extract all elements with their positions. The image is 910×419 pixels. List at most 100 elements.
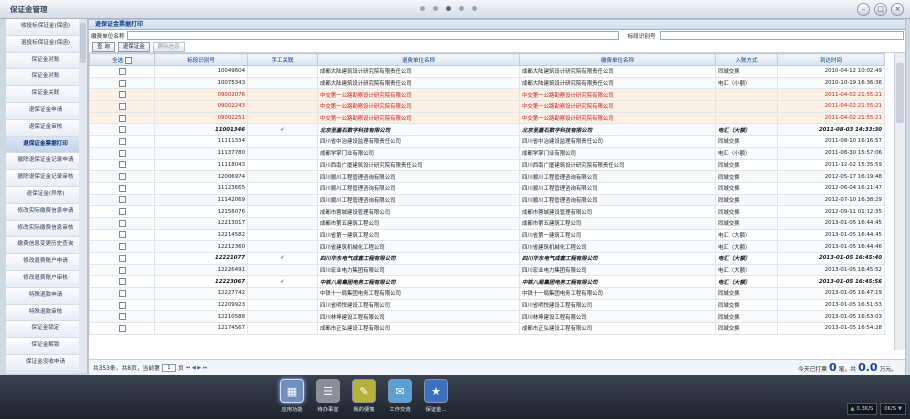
sidebar-item[interactable]: 保证金对账 xyxy=(6,52,85,70)
sidebar-item[interactable]: 修改退费账户申请 xyxy=(6,254,85,271)
row-checkbox[interactable] xyxy=(118,219,126,227)
table-row[interactable]: 12226491 四川宏业电力集团有限公司 四川宏业电力集团有限公司 电汇（大额） 20… xyxy=(89,263,885,277)
row-checkbox[interactable] xyxy=(118,149,126,157)
page-dot[interactable] xyxy=(459,6,464,11)
table-row[interactable]: 12174567 成都市正弘建设工程有限公司 成都市正弘建设工程有限公司 同城交换 20… xyxy=(89,322,885,335)
select-all-checkbox[interactable] xyxy=(124,56,132,64)
row-checkbox[interactable] xyxy=(118,289,126,297)
table-row[interactable]: 12221077 ✓ 四川华东电气成套工程有限公司 四川华东电气成套工程有限公司 电汇（… xyxy=(89,252,885,265)
sidebar-item[interactable]: 修改实际缴费信息审核 xyxy=(6,220,85,238)
sidebar-scrollbar[interactable] xyxy=(79,19,88,373)
table-row[interactable]: 11142069 四川顺川工程管理咨询有限公司 四川顺川工程管理咨询有限公司 同城交换… xyxy=(89,193,885,207)
row-select-cell[interactable] xyxy=(89,170,155,183)
dock-item[interactable]: ★ 保证金... xyxy=(420,379,452,413)
row-select-cell[interactable] xyxy=(89,322,155,335)
sidebar-item[interactable]: 修改实际缴费信息申请 xyxy=(6,203,85,221)
sidebar-item[interactable]: 特殊退款申请 xyxy=(6,287,85,305)
sidebar-item[interactable]: 撤除退保证金记录申请 xyxy=(6,153,85,171)
row-checkbox[interactable] xyxy=(118,231,126,239)
table-row[interactable]: 11118043 四川西南广厦建筑设计研究院有限责任公司 四川西南广厦建筑设计研究院… xyxy=(89,158,885,172)
col-header-refund-unit[interactable]: 退费单位名称 xyxy=(317,53,520,66)
table-row[interactable]: 09002243 中交第一公路勘察设计研究院有限公司 中交第一公路勘察设计研究院有限… xyxy=(89,100,885,113)
table-row[interactable]: 11001346 ✓ 北京圣嘉石数字科技有限公司 北京圣嘉石数字科技有限公司 电汇（大额… xyxy=(89,123,885,137)
row-checkbox[interactable] xyxy=(118,324,126,332)
minimize-icon[interactable]: – xyxy=(857,3,870,16)
row-select-cell[interactable] xyxy=(89,76,155,90)
sidebar-item[interactable]: 特殊退款审核 xyxy=(6,304,85,322)
row-select-cell[interactable] xyxy=(89,181,155,195)
col-header-arrival-time[interactable]: 到达时间 xyxy=(777,53,885,66)
sidebar-item[interactable]: 保证金解锁 xyxy=(6,338,85,355)
col-header-payer-unit[interactable]: 缴费单位名称 xyxy=(519,53,716,66)
table-row[interactable]: 09002251 中交第一公路勘察设计研究院有限公司 中交第一公路勘察设计研究院有限… xyxy=(89,111,885,125)
pager-nav-icons[interactable]: ⏮ ◀ ▶ ⏭ xyxy=(186,365,207,371)
row-checkbox[interactable] xyxy=(118,67,126,75)
page-dot[interactable] xyxy=(472,6,477,11)
row-select-cell[interactable] xyxy=(89,88,155,102)
sidebar-item[interactable]: 保证金锁定 xyxy=(6,321,85,339)
row-checkbox[interactable] xyxy=(118,266,126,274)
row-checkbox[interactable] xyxy=(118,301,126,309)
row-checkbox[interactable] xyxy=(118,208,126,216)
row-checkbox[interactable] xyxy=(118,102,126,110)
table-row[interactable]: 12156076 成都市蓉城建设管理有限公司 成都市蓉城建设管理有限公司 同城交换 20… xyxy=(89,205,885,218)
close-icon[interactable]: × xyxy=(891,3,904,16)
row-select-cell[interactable] xyxy=(89,111,155,125)
table-row[interactable]: 12213017 成都市第五建筑工程公司 成都市第五建筑工程公司 同城交换 2013-0… xyxy=(89,216,885,230)
query-button[interactable]: 查 询 xyxy=(92,41,115,52)
sidebar-item[interactable]: 退保证金审核 xyxy=(6,119,85,137)
row-select-cell[interactable] xyxy=(89,135,155,148)
table-row[interactable]: 09002076 中交第一公路勘察设计研究院有限公司 中交第一公路勘察设计研究院有限… xyxy=(89,88,885,102)
table-row[interactable]: 11123665 四川顺川工程管理咨询有限公司 四川顺川工程管理咨询有限公司 同城交换… xyxy=(89,181,885,195)
dock-app-icon[interactable]: ☰ xyxy=(316,379,340,403)
row-checkbox[interactable] xyxy=(118,254,126,262)
row-select-cell[interactable] xyxy=(89,158,155,172)
dock-app-icon[interactable]: ✎ xyxy=(352,379,376,403)
row-checkbox[interactable] xyxy=(118,91,126,99)
sidebar-item[interactable]: 保证金对账 xyxy=(6,69,85,87)
row-select-cell[interactable] xyxy=(89,228,155,242)
row-checkbox[interactable] xyxy=(118,126,126,134)
table-row[interactable]: 11111334 四川省中冶建设监理有限责任公司 四川省中冶建设监理有限责任公司 同城… xyxy=(89,135,885,148)
row-checkbox[interactable] xyxy=(118,79,126,87)
table-row[interactable]: 10075343 成都大陆建筑设计研究院有限责任公司 成都大陆建筑设计研究院有限责任… xyxy=(89,76,885,90)
dock-item[interactable]: ▦ 应用功能 xyxy=(276,379,308,413)
page-dot-active[interactable] xyxy=(446,6,451,11)
row-checkbox[interactable] xyxy=(118,243,126,251)
row-select-cell[interactable] xyxy=(89,146,155,160)
table-row[interactable]: 12006974 四川顺川工程管理咨询有限公司 四川顺川工程管理咨询有限公司 同城交换… xyxy=(89,170,885,183)
sidebar-item[interactable]: 保证金没收复核 xyxy=(6,371,85,373)
table-row[interactable]: 12227742 中铁十一局集团电务工程有限公司 中铁十一局集团电务工程有限公司 同城… xyxy=(89,287,885,300)
page-number-input[interactable]: 1 xyxy=(161,363,176,372)
sidebar-item[interactable]: 撤除退保证金记录审核 xyxy=(6,170,85,187)
col-header-method[interactable]: 入账方式 xyxy=(715,53,778,66)
table-row[interactable]: 12209923 四川省明悦建设工程有限公司 四川省明悦建设工程有限公司 同城交换 20… xyxy=(89,298,885,312)
dock-app-icon[interactable]: ★ xyxy=(424,379,448,403)
row-select-cell[interactable] xyxy=(89,287,155,300)
page-dot[interactable] xyxy=(433,6,438,11)
table-row[interactable]: 12212360 四川省建筑机械化工程公司 四川省建筑机械化工程公司 电汇（大额） 20… xyxy=(89,240,885,253)
page-dot[interactable] xyxy=(420,6,425,11)
sidebar-item[interactable]: 缴费信息变更历史查询 xyxy=(6,237,85,255)
sidebar-item[interactable]: 保证金没收申请 xyxy=(6,354,85,372)
sidebar-item[interactable]: 退保证金票据打印 xyxy=(6,136,85,154)
row-checkbox[interactable] xyxy=(118,114,126,122)
dock-app-icon[interactable]: ✉ xyxy=(388,379,412,403)
row-checkbox[interactable] xyxy=(118,196,126,204)
row-select-cell[interactable] xyxy=(89,123,155,137)
dock-item[interactable]: ✎ 我的便笺 xyxy=(348,379,380,413)
sidebar-item[interactable]: 退保证金申请 xyxy=(6,102,85,120)
refund-button[interactable]: 退保证金 xyxy=(117,41,150,52)
select-all-header[interactable]: 全选 xyxy=(89,53,155,66)
row-select-cell[interactable] xyxy=(89,65,155,78)
row-select-cell[interactable] xyxy=(89,240,155,253)
row-checkbox[interactable] xyxy=(118,278,126,286)
row-checkbox[interactable] xyxy=(118,161,126,169)
dock-item[interactable]: ☰ 待办事宜 xyxy=(312,379,344,413)
row-checkbox[interactable] xyxy=(118,137,126,145)
table-row[interactable]: 11137780 成都学掌门业有限公司 成都学掌门业有限公司 电汇（小额） 2011-0… xyxy=(89,146,885,160)
scrollbar-thumb[interactable] xyxy=(80,23,86,63)
row-select-cell[interactable] xyxy=(89,252,155,265)
row-checkbox[interactable] xyxy=(118,313,126,321)
row-select-cell[interactable] xyxy=(89,100,155,113)
